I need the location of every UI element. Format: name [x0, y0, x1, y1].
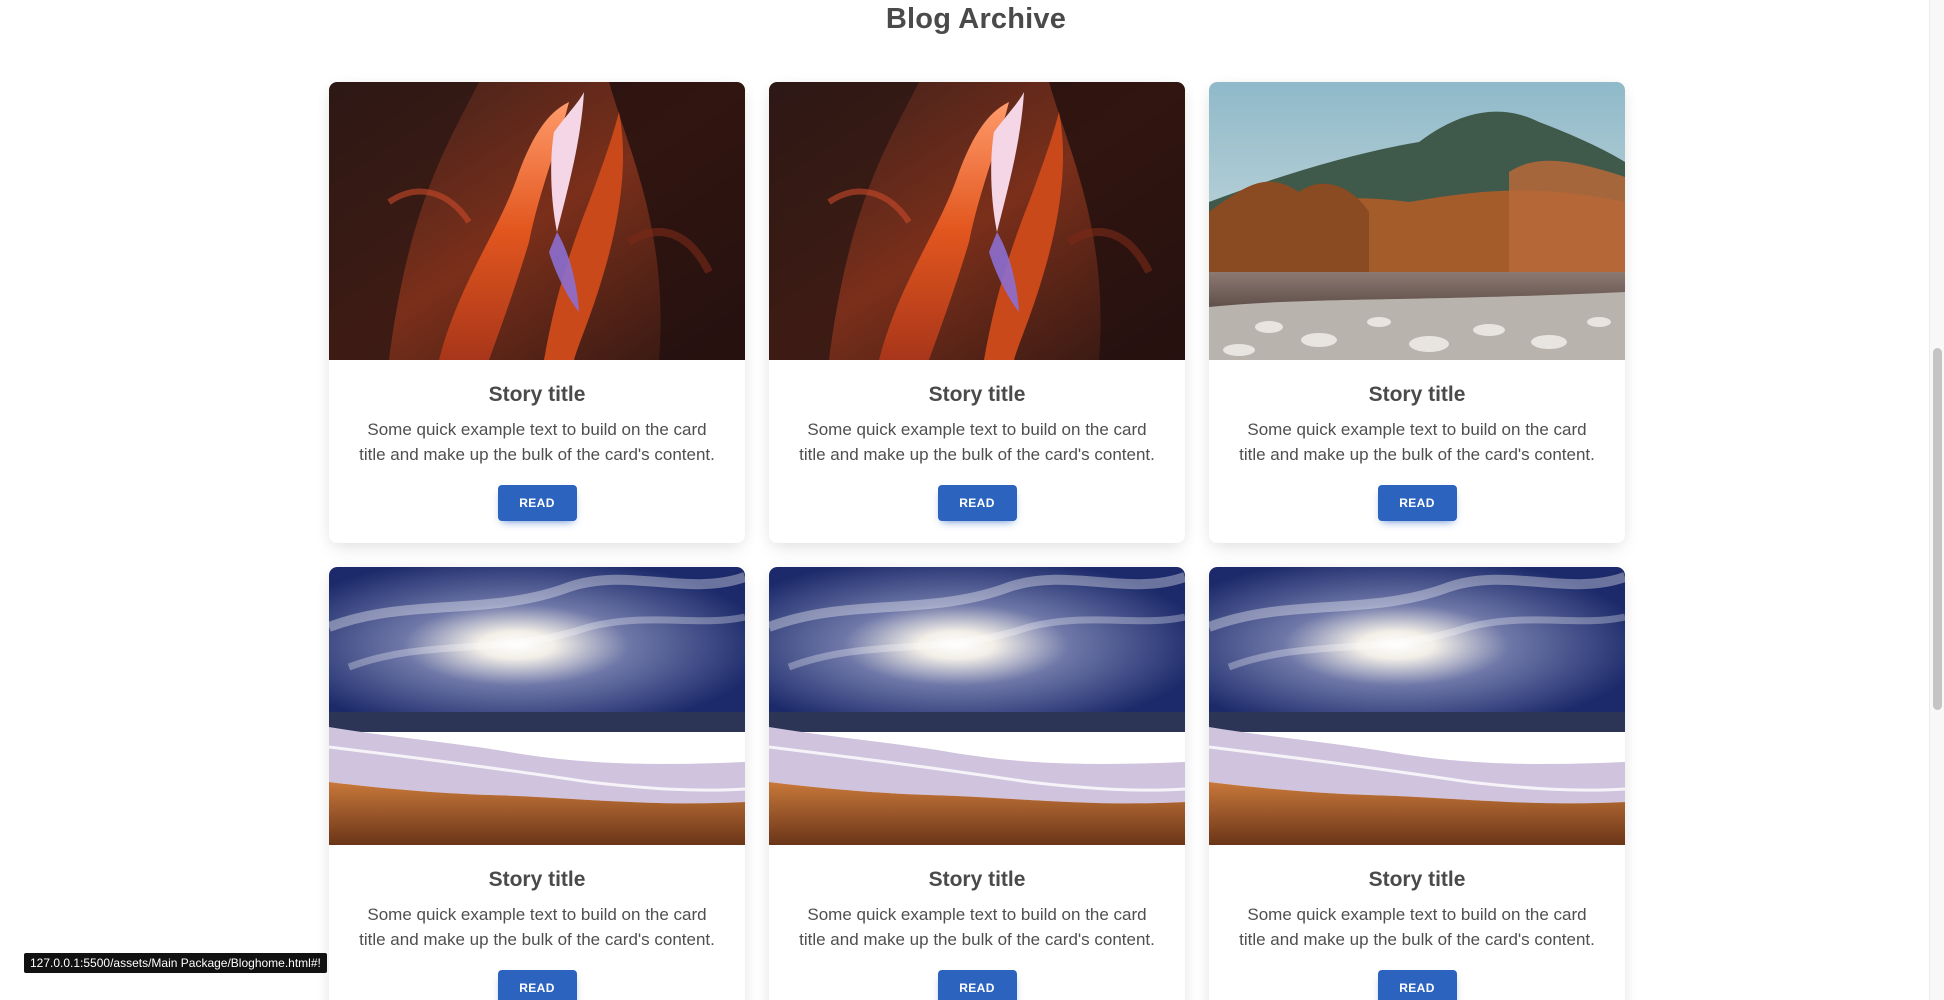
read-button[interactable]: READ [937, 970, 1017, 1000]
story-card: Story title Some quick example text to b… [329, 567, 745, 1000]
card-body: Story title Some quick example text to b… [329, 360, 745, 521]
card-title: Story title [928, 868, 1026, 891]
card-body: Story title Some quick example text to b… [1209, 360, 1625, 521]
card-text: Some quick example text to build on the … [799, 905, 1155, 949]
card-body: Story title Some quick example text to b… [769, 845, 1185, 1000]
card-body: Story title Some quick example text to b… [769, 360, 1185, 521]
read-button[interactable]: READ [1377, 970, 1457, 1000]
beach-sunset-photo [329, 567, 745, 845]
card-title: Story title [1368, 868, 1466, 891]
beach-sunset-photo [1209, 567, 1625, 845]
status-bar-url: 127.0.0.1:5500/assets/Main Package/Blogh… [24, 953, 327, 973]
card-text: Some quick example text to build on the … [799, 420, 1155, 464]
story-card: Story title Some quick example text to b… [329, 82, 745, 543]
story-card: Story title Some quick example text to b… [769, 82, 1185, 543]
read-button[interactable]: READ [937, 485, 1017, 521]
canyon-photo [329, 82, 745, 360]
card-title: Story title [928, 383, 1026, 406]
page-title: Blog Archive [885, 3, 1067, 35]
scrollbar-thumb[interactable] [1933, 348, 1942, 710]
beach-sunset-photo [769, 567, 1185, 845]
read-button[interactable]: READ [1377, 485, 1457, 521]
card-title: Story title [1368, 383, 1466, 406]
story-card: Story title Some quick example text to b… [1209, 567, 1625, 1000]
vertical-scrollbar[interactable] [1929, 0, 1944, 1000]
blog-archive-page: Blog Archive Story title Some quick exam… [0, 0, 1944, 1000]
canyon-photo [769, 82, 1185, 360]
card-body: Story title Some quick example text to b… [329, 845, 745, 1000]
card-text: Some quick example text to build on the … [359, 420, 715, 464]
card-text: Some quick example text to build on the … [1239, 420, 1595, 464]
story-card: Story title Some quick example text to b… [769, 567, 1185, 1000]
read-button[interactable]: READ [497, 485, 577, 521]
story-card: Story title Some quick example text to b… [1209, 82, 1625, 543]
card-title: Story title [488, 383, 586, 406]
card-text: Some quick example text to build on the … [1239, 905, 1595, 949]
card-grid: Story title Some quick example text to b… [329, 82, 1625, 1000]
autumn-river-photo [1209, 82, 1625, 360]
read-button[interactable]: READ [497, 970, 577, 1000]
card-text: Some quick example text to build on the … [359, 905, 715, 949]
card-title: Story title [488, 868, 586, 891]
card-body: Story title Some quick example text to b… [1209, 845, 1625, 1000]
